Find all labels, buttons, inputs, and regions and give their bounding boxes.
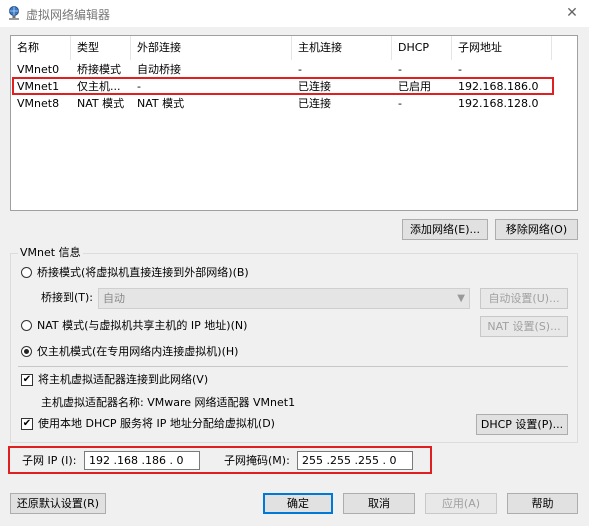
add-network-button[interactable]: 添加网络(E)... xyxy=(402,219,488,240)
selected-row-highlight xyxy=(12,77,554,95)
bridged-to-label: 桥接到(T): xyxy=(41,291,94,304)
use-dhcp-checkbox[interactable]: ✔ xyxy=(21,418,33,430)
auto-settings-button[interactable]: 自动设置(U)... xyxy=(480,288,568,309)
ok-button[interactable]: 确定 xyxy=(263,493,333,514)
nat-mode-label[interactable]: NAT 模式(与虚拟机共享主机的 IP 地址)(N) xyxy=(37,318,247,334)
restore-defaults-button[interactable]: 还原默认设置(R) xyxy=(10,493,106,514)
host-only-mode-label[interactable]: 仅主机模式(在专用网络内连接虚拟机)(H) xyxy=(37,344,238,360)
window-title: 虚拟网络编辑器 xyxy=(26,8,111,22)
remove-network-button[interactable]: 移除网络(O) xyxy=(495,219,578,240)
column-header-host[interactable]: 主机连接 xyxy=(292,36,392,60)
cancel-button[interactable]: 取消 xyxy=(343,493,415,514)
divider xyxy=(18,366,568,367)
column-header-dhcp[interactable]: DHCP xyxy=(392,36,452,60)
subnet-highlight xyxy=(8,446,432,474)
network-editor-icon xyxy=(9,6,19,20)
cell-type: 桥接模式 xyxy=(77,63,121,76)
cell-external: 自动桥接 xyxy=(137,63,181,76)
bridged-mode-radio[interactable] xyxy=(21,267,32,278)
host-only-mode-radio[interactable] xyxy=(21,346,32,357)
column-header-subnet[interactable]: 子网地址 xyxy=(452,36,552,60)
column-header-external[interactable]: 外部连接 xyxy=(131,36,292,60)
connect-adapter-checkbox[interactable]: ✔ xyxy=(21,374,33,386)
connect-adapter-label[interactable]: 将主机虚拟适配器连接到此网络(V) xyxy=(38,372,208,388)
cell-subnet: 192.168.128.0 xyxy=(458,97,539,110)
group-title: VMnet 信息 xyxy=(18,245,83,261)
column-header-name[interactable]: 名称 xyxy=(11,36,71,60)
table-row[interactable]: VMnet8 NAT 模式 NAT 模式 已连接 - 192.168.128.0 xyxy=(11,95,577,112)
close-icon[interactable]: ✕ xyxy=(559,2,585,24)
bridged-to-select[interactable]: 自动 ▼ xyxy=(98,288,470,309)
cell-external: NAT 模式 xyxy=(137,97,185,110)
help-button[interactable]: 帮助 xyxy=(507,493,578,514)
cell-dhcp: - xyxy=(398,97,402,110)
cell-type: NAT 模式 xyxy=(77,97,125,110)
bridged-mode-label[interactable]: 桥接模式(将虚拟机直接连接到外部网络)(B) xyxy=(37,265,249,281)
bridged-to-value: 自动 xyxy=(103,292,125,305)
dhcp-settings-button[interactable]: DHCP 设置(P)... xyxy=(476,414,568,435)
cell-host: - xyxy=(298,63,302,76)
column-header-type[interactable]: 类型 xyxy=(71,36,131,60)
nat-mode-radio[interactable] xyxy=(21,320,32,331)
cell-name: VMnet0 xyxy=(17,63,60,76)
apply-button[interactable]: 应用(A) xyxy=(425,493,497,514)
adapter-name-label: 主机虚拟适配器名称: VMware 网络适配器 VMnet1 xyxy=(41,396,296,409)
use-dhcp-label[interactable]: 使用本地 DHCP 服务将 IP 地址分配给虚拟机(D) xyxy=(38,416,275,432)
table-row[interactable]: VMnet0 桥接模式 自动桥接 - - - xyxy=(11,61,577,78)
network-list[interactable]: 名称 类型 外部连接 主机连接 DHCP 子网地址 VMnet0 桥接模式 自动… xyxy=(10,35,578,211)
cell-subnet: - xyxy=(458,63,462,76)
cell-host: 已连接 xyxy=(298,97,331,110)
nat-settings-button[interactable]: NAT 设置(S)... xyxy=(480,316,568,337)
cell-name: VMnet8 xyxy=(17,97,60,110)
chevron-down-icon: ▼ xyxy=(457,293,465,304)
cell-dhcp: - xyxy=(398,63,402,76)
